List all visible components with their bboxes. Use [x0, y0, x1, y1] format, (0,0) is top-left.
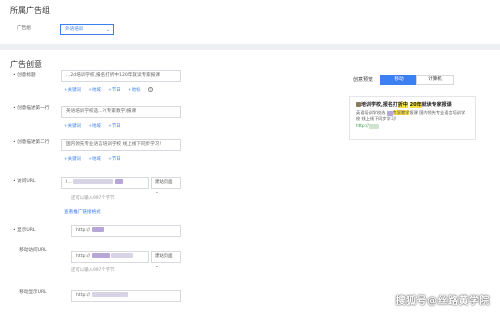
- adgroup-select-value: 外语培训: [65, 27, 84, 32]
- insert-region-link[interactable]: +地域: [88, 124, 100, 129]
- mobile-visit-url-input[interactable]: http://: [71, 251, 149, 263]
- mobile-display-url-input[interactable]: http://: [71, 290, 181, 302]
- redacted-text: [91, 227, 104, 232]
- desc2-input[interactable]: 国内领先专业语言培训学校 线上线下同步学习!: [61, 139, 181, 151]
- visit-url-label: • 访问URL: [13, 179, 36, 184]
- adgroup-panel: 所属广告组 广告组 外语培训 ⌄: [0, 0, 500, 44]
- mobile-display-url-label: 移动显示URL: [19, 290, 47, 295]
- mobile-visit-url-hint: 还可以输入997个字节: [71, 268, 115, 273]
- insert-holiday-link[interactable]: +节日: [108, 157, 120, 162]
- insert-keyword-link[interactable]: +关键词: [64, 124, 81, 129]
- redacted-text: [111, 253, 134, 258]
- adgroup-select[interactable]: 外语培训 ⌄: [60, 24, 114, 35]
- redacted-text: [386, 110, 393, 116]
- view-link-format-link[interactable]: 查看推广链接格式: [64, 209, 101, 215]
- redacted-text: [91, 292, 128, 297]
- insert-landmark-link[interactable]: +地标: [128, 88, 140, 93]
- insert-keyword-link[interactable]: +关键词: [64, 157, 81, 162]
- desc1-label: • 创意描述第一行: [13, 106, 50, 111]
- visit-url-hint: 还可以输入997个字节: [71, 196, 115, 201]
- desc1-insert-links: +关键词 +地域 +节日: [64, 123, 127, 129]
- preview-title: 培训学校,报名打折中 20年就读专家报课: [356, 101, 469, 108]
- desc2-insert-links: +关键词 +地域 +节日: [64, 156, 127, 162]
- desc1-input[interactable]: 英语培训学校选...?(专家教学)报课: [61, 106, 181, 118]
- insert-holiday-link[interactable]: +节日: [108, 124, 120, 129]
- mobile-visit-url-dropdown[interactable]: 建站页面 ⌄: [151, 251, 181, 269]
- section-title-adgroup: 所属广告组: [10, 6, 50, 15]
- preview-label: 创意预览: [353, 77, 374, 83]
- display-url-label: • 显示URL: [13, 228, 36, 233]
- tab-computer[interactable]: 计算机: [416, 75, 454, 85]
- insert-region-link[interactable]: +地域: [88, 88, 100, 93]
- redacted-text: [73, 179, 114, 184]
- headline-input[interactable]: ...2d培训学校,报名打折中120年就读专家报课: [61, 70, 181, 82]
- redacted-text: [91, 253, 110, 258]
- preview-url: http://: [356, 123, 469, 129]
- watermark: 搜狐号@丝路黄学院: [395, 296, 490, 307]
- display-url-input[interactable]: http://: [71, 225, 181, 237]
- preview-description: 英语培训学校选 专家教学报课 国内领先专业语言培训学校 线上线下同步学习!: [356, 110, 466, 121]
- insert-keyword-link[interactable]: +关键词: [64, 88, 81, 93]
- mobile-visit-url-label: 移动访问URL: [19, 248, 47, 253]
- creative-panel: 广告创意 • 创意标题 ...2d培训学校,报名打折中120年就读专家报课 +关…: [0, 50, 500, 312]
- desc2-label: • 创意描述第二行: [13, 140, 50, 145]
- insert-holiday-link[interactable]: +节日: [108, 88, 120, 93]
- help-circle-icon[interactable]: ?: [147, 87, 153, 92]
- chevron-down-icon: ⌄: [155, 264, 159, 269]
- creative-preview-card: 培训学校,报名打折中 20年就读专家报课 英语培训学校选 专家教学报课 国内领先…: [349, 96, 476, 140]
- visit-url-input[interactable]: I...: [61, 177, 149, 189]
- headline-insert-links: +关键词 +地域 +节日 +地标 ?: [64, 87, 159, 93]
- redacted-text: [368, 123, 379, 129]
- chevron-down-icon: ⌄: [105, 27, 110, 33]
- chevron-down-icon: ⌄: [155, 190, 159, 195]
- adgroup-label: 广告组: [17, 26, 31, 31]
- insert-region-link[interactable]: +地域: [88, 157, 100, 162]
- tab-mobile[interactable]: 移动: [380, 75, 418, 85]
- visit-url-dropdown[interactable]: 建站页面 ⌄: [151, 177, 181, 195]
- redacted-text: [114, 179, 123, 184]
- section-title-creative: 广告创意: [10, 60, 42, 69]
- headline-label: • 创意标题: [13, 73, 36, 78]
